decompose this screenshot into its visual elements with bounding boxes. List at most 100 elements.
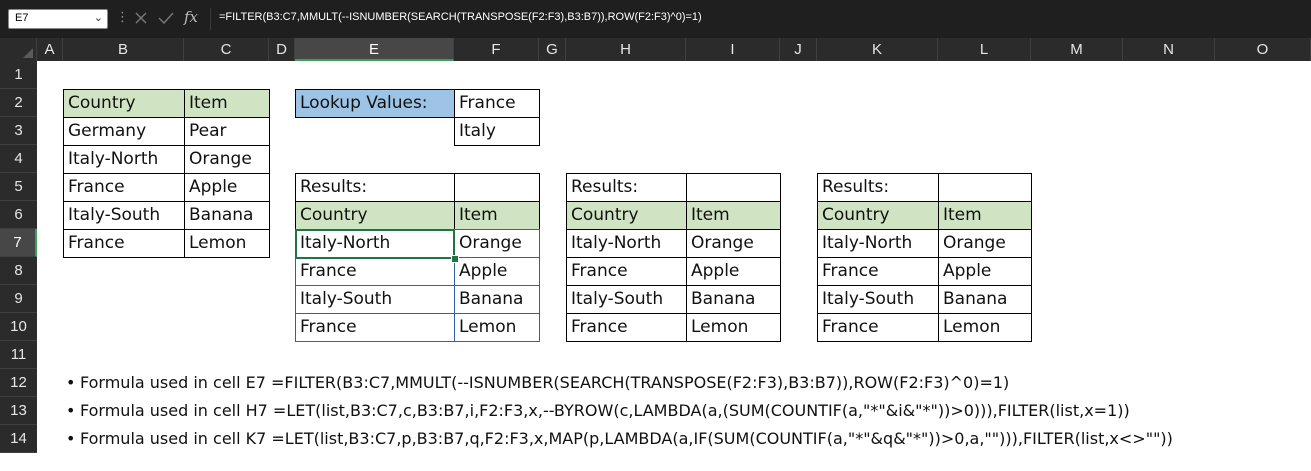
row-header-4[interactable]: 4 xyxy=(0,145,37,173)
formula-bar: E7 ⌄ ⋮ fx =FILTER(B3:C7,MMULT(--ISNUMBER… xyxy=(0,0,1311,38)
enter-check-icon[interactable] xyxy=(158,11,174,25)
results-title-blank[interactable] xyxy=(454,173,540,202)
results-cell-item[interactable]: Banana xyxy=(938,285,1032,314)
source-cell-item[interactable]: Banana xyxy=(184,201,270,230)
results-title[interactable]: Results: xyxy=(566,173,687,202)
results-cell-country[interactable]: France xyxy=(566,257,687,286)
results-cell-item[interactable]: Apple xyxy=(686,257,781,286)
results-cell-item[interactable]: Lemon xyxy=(686,313,781,342)
results-title[interactable]: Results: xyxy=(817,173,939,202)
lookup-value[interactable]: France xyxy=(454,89,540,118)
results-header-item[interactable]: Item xyxy=(686,201,781,230)
formula-note-text: Formula used in cell E7 =FILTER(B3:C7,MM… xyxy=(80,373,1010,392)
column-header-e[interactable]: E xyxy=(295,38,454,61)
results-header-country[interactable]: Country xyxy=(295,201,455,230)
row-header-2[interactable]: 2 xyxy=(0,89,37,117)
results-cell-country[interactable]: Italy-North xyxy=(817,229,939,258)
results-cell-item[interactable]: Banana xyxy=(454,285,540,314)
formula-note-text: Formula used in cell K7 =LET(list,B3:C7,… xyxy=(80,429,1173,448)
row-header-11[interactable]: 11 xyxy=(0,341,37,369)
results-header-country[interactable]: Country xyxy=(566,201,687,230)
row-header-10[interactable]: 10 xyxy=(0,313,37,341)
results-cell-country[interactable]: France xyxy=(295,257,455,286)
results-header-country[interactable]: Country xyxy=(817,201,939,230)
results-cell-country[interactable]: France xyxy=(817,257,939,286)
column-header-a[interactable]: A xyxy=(37,38,63,61)
results-cell-item[interactable]: Apple xyxy=(454,257,540,286)
results-title[interactable]: Results: xyxy=(295,173,455,202)
results-cell-item[interactable]: Apple xyxy=(938,257,1032,286)
formula-note: • Formula used in cell K7 =LET(list,B3:C7… xyxy=(66,426,1173,452)
column-header-i[interactable]: I xyxy=(686,38,780,61)
column-header-g[interactable]: G xyxy=(539,38,566,61)
formula-input[interactable]: =FILTER(B3:C7,MMULT(--ISNUMBER(SEARCH(TR… xyxy=(210,8,1311,30)
results-title-blank[interactable] xyxy=(686,173,781,202)
bullet-icon: • xyxy=(66,429,76,448)
source-cell-item[interactable]: Lemon xyxy=(184,229,270,258)
row-header-8[interactable]: 8 xyxy=(0,257,37,285)
row-header-9[interactable]: 9 xyxy=(0,285,37,313)
bullet-icon: • xyxy=(66,373,76,392)
column-header-o[interactable]: O xyxy=(1215,38,1311,61)
row-header-7[interactable]: 7 xyxy=(0,229,37,257)
column-header-n[interactable]: N xyxy=(1123,38,1215,61)
column-header-l[interactable]: L xyxy=(938,38,1031,61)
column-header-f[interactable]: F xyxy=(454,38,539,61)
formula-text: =FILTER(B3:C7,MMULT(--ISNUMBER(SEARCH(TR… xyxy=(219,11,702,23)
source-cell-country[interactable]: Italy-North xyxy=(63,145,185,174)
row-header-12[interactable]: 12 xyxy=(0,369,37,397)
results-header-item[interactable]: Item xyxy=(454,201,540,230)
row-header-13[interactable]: 13 xyxy=(0,397,37,425)
source-header-item[interactable]: Item xyxy=(184,89,270,118)
cancel-icon[interactable] xyxy=(134,11,148,25)
results-cell-item[interactable]: Orange xyxy=(454,229,540,258)
source-header-country[interactable]: Country xyxy=(63,89,185,118)
column-header-k[interactable]: K xyxy=(817,38,938,61)
insert-function-icon[interactable]: fx xyxy=(184,8,198,26)
formula-note: • Formula used in cell E7 =FILTER(B3:C7,M… xyxy=(66,370,1009,396)
source-cell-item[interactable]: Apple xyxy=(184,173,270,202)
lookup-label[interactable]: Lookup Values: xyxy=(295,89,455,118)
column-header-b[interactable]: B xyxy=(63,38,184,61)
source-cell-country[interactable]: France xyxy=(63,173,185,202)
source-cell-country[interactable]: Germany xyxy=(63,117,185,146)
row-header-5[interactable]: 5 xyxy=(0,173,37,201)
results-cell-item[interactable]: Orange xyxy=(686,229,781,258)
column-header-d[interactable]: D xyxy=(269,38,295,61)
results-cell-country[interactable]: France xyxy=(566,313,687,342)
results-cell-country[interactable]: France xyxy=(295,313,455,342)
source-cell-item[interactable]: Orange xyxy=(184,145,270,174)
lookup-value[interactable]: Italy xyxy=(454,117,540,146)
select-all-corner[interactable] xyxy=(0,38,37,61)
source-cell-country[interactable]: Italy-South xyxy=(63,201,185,230)
row-header-3[interactable]: 3 xyxy=(0,117,37,145)
results-cell-country[interactable]: Italy-North xyxy=(566,229,687,258)
formula-buttons: fx xyxy=(128,8,208,30)
name-box-value: E7 xyxy=(15,12,29,24)
results-cell-item[interactable]: Lemon xyxy=(938,313,1032,342)
row-header-14[interactable]: 14 xyxy=(0,425,37,453)
results-cell-country[interactable]: France xyxy=(817,313,939,342)
column-header-m[interactable]: M xyxy=(1031,38,1123,61)
results-cell-item[interactable]: Banana xyxy=(686,285,781,314)
results-title-blank[interactable] xyxy=(938,173,1032,202)
results-cell-item[interactable]: Lemon xyxy=(454,313,540,342)
results-header-item[interactable]: Item xyxy=(938,201,1032,230)
row-header-1[interactable]: 1 xyxy=(0,61,37,89)
name-box[interactable]: E7 ⌄ xyxy=(8,9,108,29)
results-cell-country[interactable]: Italy-South xyxy=(817,285,939,314)
fill-handle[interactable] xyxy=(451,255,459,263)
column-header-c[interactable]: C xyxy=(184,38,269,61)
source-cell-country[interactable]: France xyxy=(63,229,185,258)
active-cell-selection[interactable] xyxy=(295,229,455,259)
formula-note-text: Formula used in cell H7 =LET(list,B3:C7,… xyxy=(80,401,1130,420)
formula-note: • Formula used in cell H7 =LET(list,B3:C7… xyxy=(66,398,1130,424)
chevron-down-icon[interactable]: ⌄ xyxy=(94,11,103,24)
results-cell-country[interactable]: Italy-South xyxy=(295,285,455,314)
column-header-j[interactable]: J xyxy=(780,38,817,61)
results-cell-item[interactable]: Orange xyxy=(938,229,1032,258)
row-header-6[interactable]: 6 xyxy=(0,201,37,229)
column-header-h[interactable]: H xyxy=(566,38,686,61)
results-cell-country[interactable]: Italy-South xyxy=(566,285,687,314)
source-cell-item[interactable]: Pear xyxy=(184,117,270,146)
